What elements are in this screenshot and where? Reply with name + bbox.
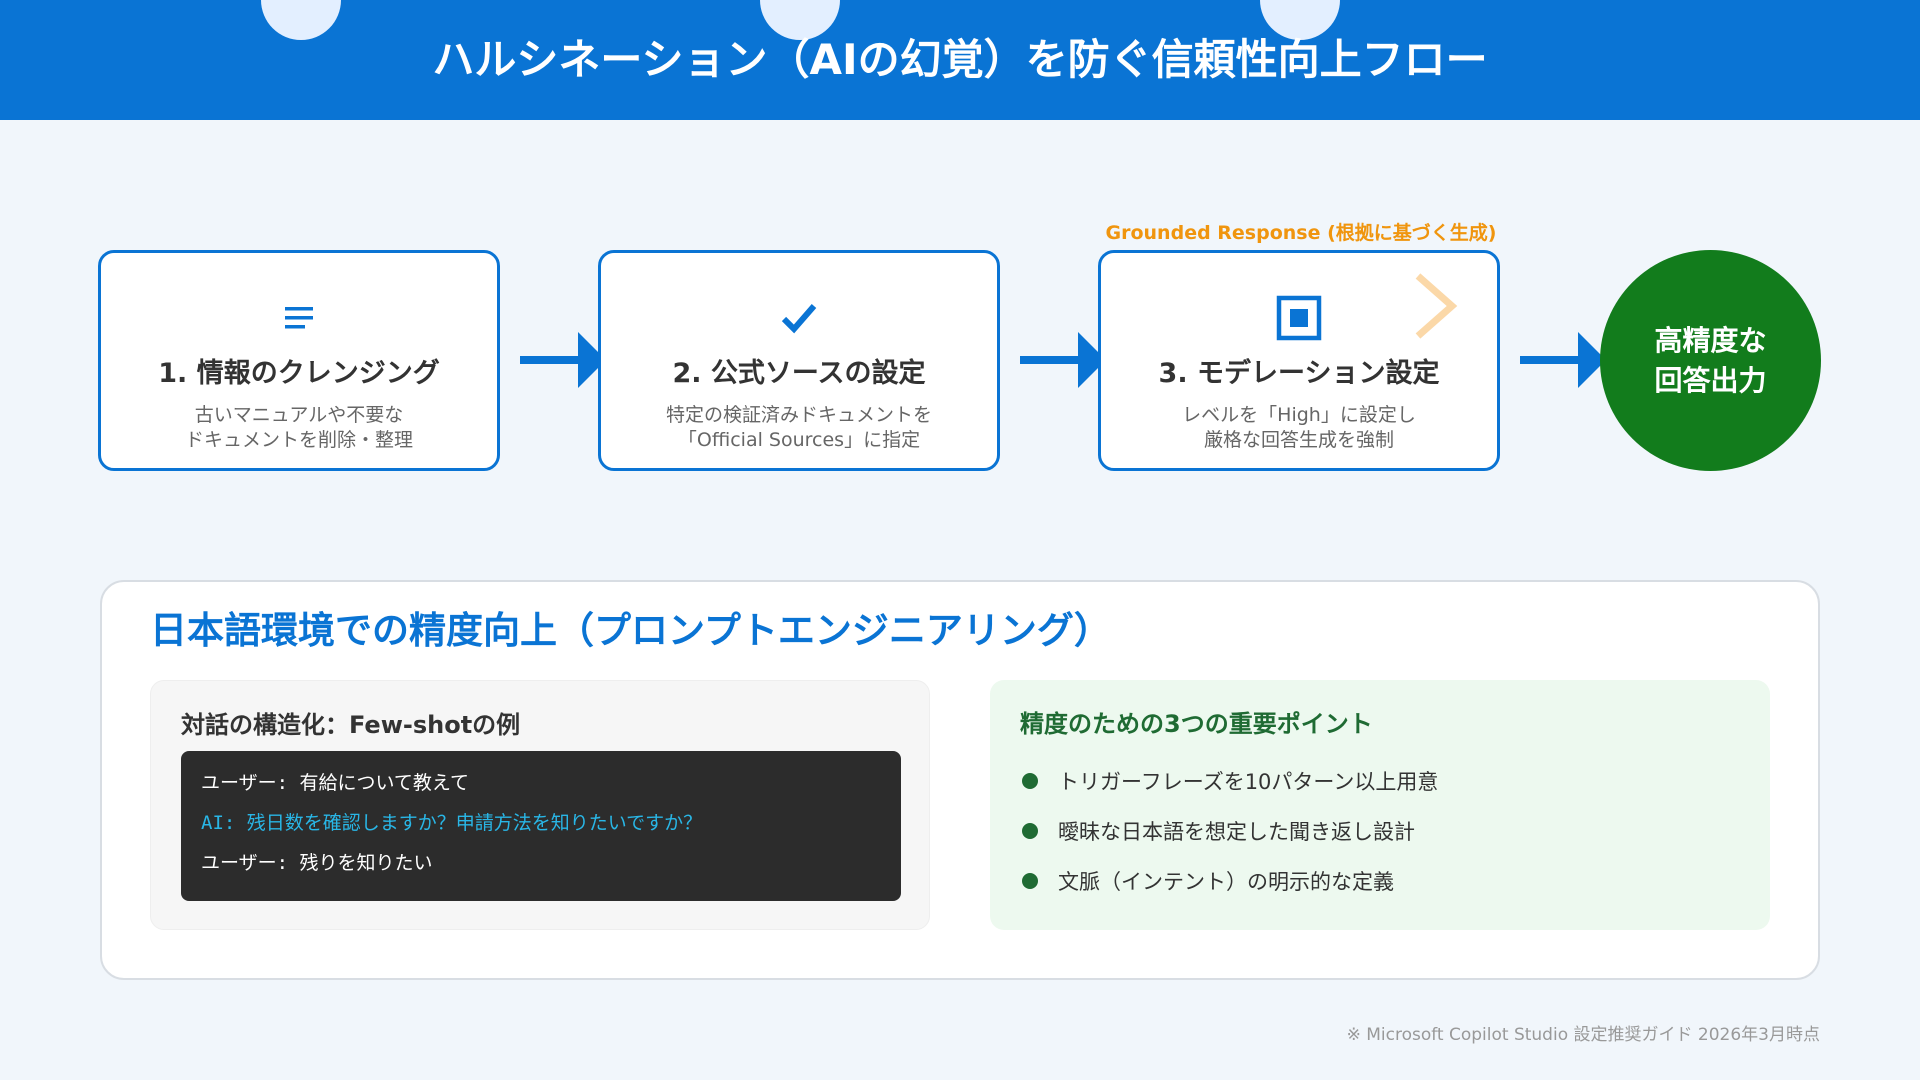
step-title: 3. モデレーション設定	[1158, 358, 1440, 389]
step-description-line: 厳格な回答生成を強制	[1203, 429, 1394, 451]
footer-note: ※ Microsoft Copilot Studio 設定推奨ガイド 2026年…	[1346, 1025, 1820, 1045]
code-block: ユーザー: 有給について教えて AI: 残日数を確認しますか？申請方法を知りたい…	[181, 751, 901, 901]
key-point-text: 曖昧な日本語を想定した聞き返し設計	[1058, 820, 1415, 844]
step-description-line: ドキュメントを削除・整理	[184, 429, 413, 451]
step-description: レベルを「High」に設定し 厳格な回答生成を強制	[1101, 403, 1497, 453]
key-point-item: トリガーフレーズを10パターン以上用意	[1022, 766, 1438, 796]
checkmark-icon	[601, 295, 997, 341]
step-description-line: 特定の検証済みドキュメントを	[665, 404, 932, 426]
chevron-right-icon	[1415, 273, 1458, 339]
few-shot-title: 対話の構造化：Few-shotの例	[181, 711, 521, 739]
step-title: 1. 情報のクレンジング	[158, 358, 440, 389]
key-point-text: トリガーフレーズを10パターン以上用意	[1058, 770, 1439, 794]
page-title: ハルシネーション（AIの幻覚）を防ぐ信頼性向上フロー	[432, 35, 1488, 84]
result-circle: 高精度な 回答出力	[1600, 250, 1821, 471]
bullet-dot	[1022, 823, 1038, 839]
key-points-title: 精度のための3つの重要ポイント	[1020, 710, 1373, 738]
header-bar: ハルシネーション（AIの幻覚）を防ぐ信頼性向上フロー	[0, 0, 1920, 120]
bullet-dot	[1022, 773, 1038, 789]
step-description-line: 「Official Sources」に指定	[677, 429, 921, 451]
dialog-line-user: ユーザー: 有給について教えて	[201, 772, 469, 794]
step-title: 2. 公式ソースの設定	[672, 358, 926, 389]
step-description-line: 古いマニュアルや不要な	[194, 404, 404, 426]
key-point-item: 曖昧な日本語を想定した聞き返し設計	[1022, 816, 1415, 846]
result-label: 高精度な	[1654, 323, 1767, 357]
step-description: 古いマニュアルや不要な ドキュメントを削除・整理	[101, 403, 497, 453]
panel-title: 日本語環境での精度向上（プロンプトエンジニアリング）	[150, 609, 1111, 652]
lines-icon	[101, 295, 497, 341]
key-point-text: 文脈（インテント）の明示的な定義	[1058, 870, 1394, 894]
step-description-line: レベルを「High」に設定し	[1182, 404, 1416, 426]
few-shot-example-box: 対話の構造化：Few-shotの例 ユーザー: 有給について教えて AI: 残日…	[150, 680, 930, 930]
flow-step-official-sources: 2. 公式ソースの設定 特定の検証済みドキュメントを 「Official Sou…	[598, 250, 1000, 471]
key-point-item: 文脈（インテント）の明示的な定義	[1022, 866, 1394, 896]
result-label: 回答出力	[1654, 363, 1767, 397]
dialog-line-user: ユーザー: 残りを知りたい	[201, 852, 433, 874]
flow-arrow	[1020, 332, 1106, 388]
key-points-box: 精度のための3つの重要ポイント トリガーフレーズを10パターン以上用意 曖昧な日…	[990, 680, 1770, 930]
flow-arrow	[1520, 332, 1606, 388]
dialog-line-ai: AI: 残日数を確認しますか？申請方法を知りたいですか？	[201, 812, 703, 834]
flow-arrow	[520, 332, 606, 388]
flow-step-cleansing: 1. 情報のクレンジング 古いマニュアルや不要な ドキュメントを削除・整理	[98, 250, 500, 471]
grounded-response-label: Grounded Response (根拠に基づく生成)	[1105, 222, 1497, 244]
step-description: 特定の検証済みドキュメントを 「Official Sources」に指定	[601, 403, 997, 453]
bullet-dot	[1022, 873, 1038, 889]
